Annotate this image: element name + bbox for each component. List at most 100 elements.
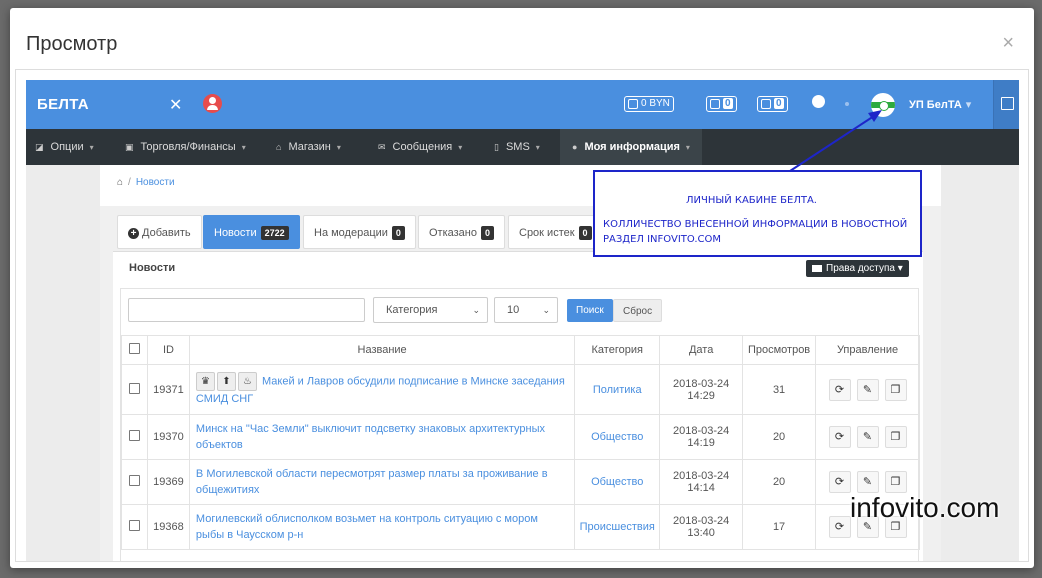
row-checkbox[interactable] (128, 520, 140, 531)
edit-icon[interactable]: ✎ (856, 426, 879, 448)
row-id: 19369 (146, 459, 190, 505)
annotation-line-1: ЛИЧНЫЙ КАБИНЕ БЕЛТА. (686, 195, 817, 206)
annotation-box: ЛИЧНЫЙ КАБИНЕ БЕЛТА. КОЛЛИЧЕСТВО ВНЕСЕНН… (593, 170, 922, 257)
separator-dot (845, 102, 849, 106)
embedded-page: БЕЛТА ✕ 0 BYN 0 0 УП БелТА ▾ ◪ Опции ▾ ▣… (26, 80, 1019, 561)
envelope-icon (710, 99, 720, 109)
row-id: 19370 (146, 414, 190, 460)
panel-toggle-icon[interactable] (993, 80, 1019, 129)
brand-logo[interactable]: БЕЛТА (37, 96, 89, 113)
col-views[interactable]: Просмотров (742, 335, 817, 365)
modal-body: БЕЛТА ✕ 0 BYN 0 0 УП БелТА ▾ ◪ Опции ▾ ▣… (15, 69, 1029, 562)
home-icon[interactable]: ⌂ (117, 177, 123, 188)
category-link[interactable]: Общество (591, 431, 643, 443)
arrow-up-circle-icon[interactable]: ⬆ (216, 372, 236, 391)
category-link[interactable]: Общество (591, 476, 643, 488)
wallet-badge[interactable]: 0 BYN (624, 96, 674, 112)
annotation-line-3: РАЗДЕЛ INFOVITO.COM (603, 234, 722, 245)
breadcrumb-news[interactable]: Новости (136, 177, 175, 188)
phone-icon: ▯ (494, 142, 499, 152)
row-id: 19368 (146, 504, 190, 550)
nav-trade-finance[interactable]: ▣ Торговля/Финансы ▾ (125, 129, 246, 165)
col-management: Управление (815, 335, 920, 365)
col-category[interactable]: Категория (574, 335, 661, 365)
section-title: Новости (129, 262, 176, 274)
globe-icon[interactable] (812, 95, 825, 108)
wallet-icon (628, 99, 638, 109)
company-logo-icon[interactable] (871, 93, 895, 117)
table-row: 19368 Могилевский облисполком возьмет на… (121, 504, 920, 550)
top-bar: БЕЛТА ✕ 0 BYN 0 0 УП БелТА ▾ (26, 80, 1019, 129)
per-page-select[interactable]: 10 ⌄ (494, 297, 558, 323)
plus-icon: + (128, 228, 139, 239)
edit-icon[interactable]: ✎ (856, 378, 879, 401)
trophy-icon[interactable]: ♛ (195, 372, 215, 391)
row-views: 20 (742, 414, 817, 460)
row-time: 14:14 (687, 482, 715, 494)
edit-icon[interactable]: ✎ (856, 471, 879, 493)
news-title-link[interactable]: Минск на "Час Земли" выключит подсветку … (196, 423, 545, 451)
cart-icon (761, 99, 771, 109)
tab-expired[interactable]: Срок истек 0 (508, 215, 603, 249)
repost-icon[interactable]: ⟳ (828, 378, 851, 401)
profile-icon[interactable] (203, 94, 222, 113)
id-card-icon (812, 264, 822, 272)
copy-icon[interactable]: ❐ (884, 426, 907, 448)
news-title-link[interactable]: В Могилевской области пересмотрят размер… (196, 468, 548, 496)
row-views: 31 (742, 364, 817, 415)
category-link[interactable]: Политика (593, 384, 642, 396)
breadcrumb: ⌂ / Новости (117, 177, 175, 188)
filter-area: Категория ⌄ 10 ⌄ Поиск Сброс ID Название… (120, 288, 920, 561)
nav-shop[interactable]: ⌂ Магазин ▾ (276, 129, 341, 165)
category-link[interactable]: Происшествия (580, 521, 655, 533)
reset-button[interactable]: Сброс (613, 299, 663, 322)
repost-icon[interactable]: ⟳ (828, 471, 851, 493)
annotation-line-2: КОЛЛИЧЕСТВО ВНЕСЕННОЙ ИНФОРМАЦИИ В НОВОС… (603, 219, 908, 230)
row-time: 14:19 (687, 437, 715, 449)
nav-options[interactable]: ◪ Опции ▾ (35, 129, 94, 165)
tab-rejected[interactable]: Отказано 0 (418, 215, 506, 249)
copy-icon[interactable]: ❐ (884, 471, 907, 493)
row-time: 14:29 (687, 389, 715, 402)
table-row: 19369 В Могилевской области пересмотрят … (121, 459, 920, 505)
add-button[interactable]: + Добавить (117, 215, 202, 249)
row-date: 2018-03-24 (673, 377, 730, 390)
category-select[interactable]: Категория ⌄ (373, 297, 488, 323)
table-row: 19371 ♛ ⬆ ♨ Макей и Лавров обсудили подпис… (121, 364, 920, 415)
nav-my-info[interactable]: ● Моя информация ▾ (560, 129, 702, 165)
row-date: 2018-03-24 (673, 515, 730, 527)
news-title-link[interactable]: Могилевский облисполком возьмет на контр… (196, 513, 538, 541)
cart-badge[interactable]: 0 (757, 96, 788, 112)
row-checkbox[interactable] (128, 475, 140, 486)
row-date: 2018-03-24 (673, 425, 730, 437)
messages-badge[interactable]: 0 (706, 96, 737, 112)
row-views: 17 (742, 504, 817, 550)
repost-icon[interactable]: ⟳ (828, 426, 851, 448)
tab-moderation[interactable]: На модерации 0 (303, 215, 416, 249)
watermark: infovito.com (850, 492, 1000, 523)
col-date[interactable]: Дата (659, 335, 744, 365)
row-checkbox[interactable] (128, 430, 140, 441)
col-name[interactable]: Название (188, 335, 576, 365)
news-table: ID Название Категория Дата Просмотров Уп… (121, 335, 920, 550)
fire-icon[interactable]: ♨ (237, 372, 257, 391)
search-button[interactable]: Поиск (567, 299, 613, 322)
repost-icon[interactable]: ⟳ (828, 516, 851, 538)
select-all-checkbox[interactable] (128, 343, 140, 354)
copy-icon[interactable]: ❐ (884, 378, 907, 401)
money-icon: ▣ (125, 142, 134, 152)
search-input[interactable] (128, 298, 365, 322)
fullscreen-icon[interactable]: ✕ (169, 95, 182, 115)
tab-news[interactable]: Новости 2722 (203, 215, 300, 249)
modal-title: Просмотр (26, 33, 118, 55)
row-id: 19371 (146, 364, 190, 415)
col-id[interactable]: ID (146, 335, 190, 365)
access-rights-button[interactable]: Права доступа ▾ (806, 260, 909, 277)
user-menu[interactable]: УП БелТА ▾ (909, 98, 971, 111)
row-checkbox[interactable] (128, 382, 140, 394)
nav-messages[interactable]: ✉ Сообщения ▾ (378, 129, 462, 165)
nav-sms[interactable]: ▯ SMS ▾ (494, 129, 540, 165)
envelope-icon: ✉ (378, 142, 386, 152)
user-icon: ● (572, 142, 578, 152)
close-icon[interactable]: × (1002, 32, 1014, 55)
